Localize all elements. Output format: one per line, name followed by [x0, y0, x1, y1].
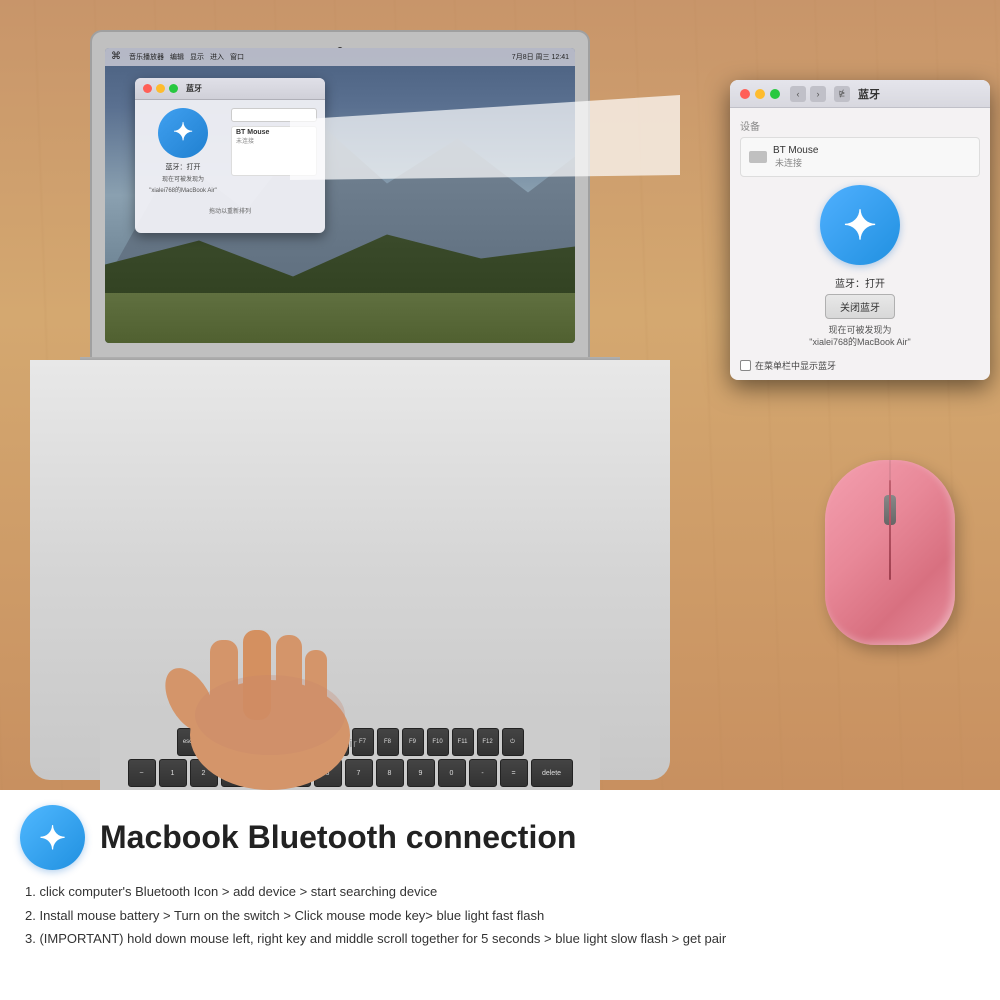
hand-svg	[155, 580, 385, 790]
dialog-left: ✦ 蓝牙：打开 现在可被发现为 "xialei768的MacBook Air"	[143, 108, 223, 194]
panel-title: 蓝牙	[858, 86, 880, 102]
key-tilde: ~	[128, 759, 156, 787]
instruction-3-content: (IMPORTANT) hold down mouse left, right …	[39, 931, 726, 946]
key-f9: F9	[402, 728, 424, 756]
instruction-1: 1. click computer's Bluetooth Icon > add…	[25, 882, 980, 902]
dialog-device-row: BT Mouse 未连接	[231, 126, 317, 176]
panel-body: 设备 BT Mouse 未连接 ✦ 蓝牙：打开 关闭蓝牙 现在可被发现为 "xi…	[730, 108, 990, 358]
instruction-1-content: click computer's Bluetooth Icon > add de…	[39, 884, 437, 899]
menu-items: 音乐播放器编辑显示进入窗口	[129, 52, 244, 62]
instructions-section: ✦ Macbook Bluetooth connection 1. click …	[0, 790, 1000, 1000]
instruction-2-content: Install mouse battery > Turn on the swit…	[39, 908, 544, 923]
bt-large-symbol: ✦	[39, 819, 66, 857]
mouse-center-line	[889, 480, 891, 580]
key-0: 0	[438, 759, 466, 787]
bt-discover1: 现在可被发现为	[162, 174, 204, 183]
menu-right: 7月8日 周三 12:41	[512, 52, 569, 62]
devices-section-label: 设备	[740, 118, 980, 133]
panel-nav: ‹ ›	[790, 86, 826, 102]
panel-titlebar: ‹ › ⋭ 蓝牙	[730, 80, 990, 108]
panel-discover-text1: 现在可被发现为	[828, 325, 891, 337]
panel-minimize-dot	[755, 89, 765, 99]
palm-shading	[195, 675, 345, 755]
panel-footer-text: 在菜单栏中显示蓝牙	[755, 359, 836, 372]
bt-icon-large: ✦	[20, 805, 85, 870]
instruction-1-text: 1.	[25, 884, 36, 899]
key-9: 9	[407, 759, 435, 787]
key-f11: F11	[452, 728, 474, 756]
product-image-area: ⌘ 音乐播放器编辑显示进入窗口 7月8日 周三 12:41	[0, 0, 1000, 790]
nav-forward-icon: ›	[810, 86, 826, 102]
panel-bt-status: 蓝牙：打开	[835, 275, 885, 290]
mac-menubar: ⌘ 音乐播放器编辑显示进入窗口 7月8日 周三 12:41	[105, 48, 575, 66]
bt-toggle-button[interactable]: 关闭蓝牙	[825, 294, 895, 319]
device-icon	[749, 151, 767, 163]
key-equal: =	[500, 759, 528, 787]
device-row: BT Mouse 未连接	[749, 142, 971, 172]
dialog-right: BT Mouse 未连接	[231, 108, 317, 194]
dialog-footer: 拖动以重新排列	[135, 202, 325, 219]
instruction-3: 3. (IMPORTANT) hold down mouse left, rig…	[25, 929, 980, 949]
bluetooth-panel-large: ‹ › ⋭ 蓝牙 设备 BT Mouse 未连接 ✦ 蓝牙：打开 关	[730, 80, 990, 380]
dialog-search	[231, 108, 317, 122]
bt-icon-small: ✦	[158, 108, 208, 158]
key-f10: F10	[427, 728, 449, 756]
hand-image	[155, 580, 385, 790]
mouse-body	[825, 460, 955, 645]
close-dot	[143, 84, 152, 93]
panel-footer: 在菜单栏中显示蓝牙	[740, 359, 980, 372]
panel-checkbox[interactable]	[740, 360, 751, 371]
panel-dots	[740, 89, 780, 99]
key-minus: -	[469, 759, 497, 787]
bt-discover2: "xialei768的MacBook Air"	[149, 185, 217, 194]
minimize-dot	[156, 84, 165, 93]
screen-ground	[105, 293, 575, 343]
instruction-3-text: 3.	[25, 931, 36, 946]
dialog-body: ✦ 蓝牙：打开 现在可被发现为 "xialei768的MacBook Air" …	[135, 100, 325, 202]
instructions-list: 1. click computer's Bluetooth Icon > add…	[20, 882, 980, 949]
nav-back-icon: ‹	[790, 86, 806, 102]
laptop-screen: ⌘ 音乐播放器编辑显示进入窗口 7月8日 周三 12:41	[105, 48, 575, 343]
bottom-header: ✦ Macbook Bluetooth connection	[20, 805, 980, 870]
page-title: Macbook Bluetooth connection	[100, 819, 576, 856]
panel-close-dot	[740, 89, 750, 99]
panel-discover-text2: "xialei768的MacBook Air"	[809, 337, 910, 349]
panel-device-status: 未连接	[775, 156, 818, 169]
key-pwr: ⏻	[502, 728, 524, 756]
instruction-2-text: 2.	[25, 908, 36, 923]
panel-bt-symbol: ✦	[843, 202, 877, 249]
devices-section: BT Mouse 未连接	[740, 137, 980, 177]
device-name: BT Mouse	[236, 129, 312, 136]
dialog-title: 蓝牙	[186, 83, 202, 94]
dialog-titlebar: 蓝牙	[135, 78, 325, 100]
apple-menu: ⌘	[111, 51, 121, 62]
bt-label: 蓝牙：打开	[166, 162, 201, 172]
panel-maximize-dot	[770, 89, 780, 99]
instruction-2: 2. Install mouse battery > Turn on the s…	[25, 906, 980, 926]
key-f12: F12	[477, 728, 499, 756]
bluetooth-dialog-screen: 蓝牙 ✦ 蓝牙：打开 现在可被发现为 "xialei768的MacBook Ai…	[135, 78, 325, 233]
dialog-dots	[143, 84, 178, 93]
panel-device-name: BT Mouse	[773, 145, 818, 156]
laptop-screen-frame: ⌘ 音乐播放器编辑显示进入窗口 7月8日 周三 12:41	[90, 30, 590, 360]
key-del: delete	[531, 759, 573, 787]
maximize-dot	[169, 84, 178, 93]
panel-bt-icon: ✦	[820, 185, 900, 265]
device-status: 未连接	[236, 136, 312, 145]
mouse-image	[825, 460, 965, 660]
grid-icon: ⋭	[834, 86, 850, 102]
